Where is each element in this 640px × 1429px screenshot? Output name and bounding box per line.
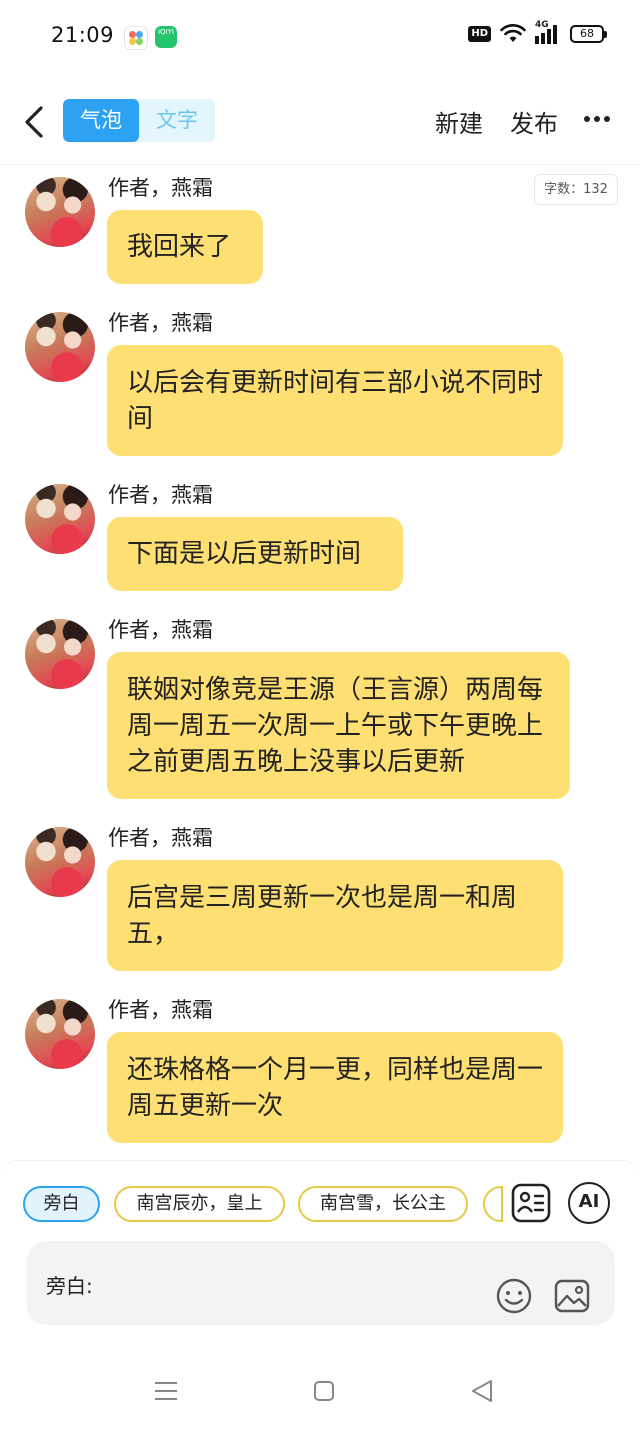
- battery-level: 68: [580, 27, 594, 40]
- publish-button[interactable]: 发布: [510, 104, 558, 139]
- role-chip[interactable]: 南宫雪，长公主: [298, 1186, 468, 1222]
- message-input[interactable]: [108, 1262, 482, 1304]
- chevron-left-icon[interactable]: [20, 102, 50, 142]
- message-bubble[interactable]: 以后会有更新时间有三部小说不同时间: [107, 345, 563, 456]
- status-time: 21:09: [51, 23, 115, 47]
- home-icon[interactable]: [309, 1376, 339, 1406]
- wifi-icon: [500, 24, 526, 42]
- app-notification-icon: [124, 26, 148, 50]
- avatar[interactable]: [25, 312, 95, 382]
- ai-button[interactable]: AI: [568, 1182, 610, 1224]
- message-sender: 作者，燕霜: [108, 483, 213, 507]
- signal-icon: 4G: [535, 20, 561, 44]
- message-sender: 作者，燕霜: [108, 311, 213, 335]
- message-bubble[interactable]: 我回来了: [107, 210, 263, 284]
- composer-role-label: 旁白:: [46, 1274, 93, 1298]
- top-nav-bar: 气泡 文字 新建 发布: [0, 80, 640, 165]
- battery-icon: 68: [570, 25, 607, 43]
- word-count-badge: 字数：132: [534, 174, 618, 205]
- mode-bubble-button[interactable]: 气泡: [63, 99, 139, 142]
- iqiyi-badge-text: iQIYI: [158, 28, 174, 36]
- avatar[interactable]: [25, 999, 95, 1069]
- avatar[interactable]: [25, 827, 95, 897]
- menu-icon[interactable]: [151, 1376, 181, 1406]
- avatar[interactable]: [25, 177, 95, 247]
- status-bar: 21:09 iQIYI HD 4G 68: [0, 0, 640, 72]
- message-sender: 作者，燕霜: [108, 998, 213, 1022]
- mode-text-button[interactable]: 文字: [139, 99, 215, 142]
- message-bubble[interactable]: 联姻对像竞是王源（王言源）两周每周一周五一次周一上午或下午更晚上之前更周五晚上没…: [107, 652, 570, 799]
- more-horizontal-icon[interactable]: [584, 116, 610, 122]
- new-button[interactable]: 新建: [435, 104, 483, 139]
- system-nav-bar: [0, 1352, 640, 1429]
- back-triangle-icon[interactable]: [467, 1376, 497, 1406]
- message-bubble[interactable]: 下面是以后更新时间: [107, 517, 403, 591]
- role-chip-narrator[interactable]: 旁白: [23, 1186, 100, 1222]
- message-bubble[interactable]: 后宫是三周更新一次也是周一和周五，: [107, 860, 563, 971]
- emoji-icon[interactable]: [494, 1276, 534, 1316]
- message-sender: 作者，燕霜: [108, 618, 213, 642]
- ai-label: AI: [578, 1191, 600, 1212]
- hd-badge: HD: [468, 26, 491, 42]
- avatar[interactable]: [25, 484, 95, 554]
- role-chip[interactable]: 南宫辰亦，皇上: [114, 1186, 285, 1222]
- character-card-icon[interactable]: [510, 1182, 552, 1224]
- message-sender: 作者，燕霜: [108, 826, 213, 850]
- iqiyi-notification-icon: iQIYI: [155, 26, 177, 48]
- image-icon[interactable]: [552, 1276, 592, 1316]
- avatar[interactable]: [25, 619, 95, 689]
- mode-toggle: 气泡 文字: [63, 99, 215, 142]
- status-indicators: HD 4G 68: [468, 20, 607, 44]
- message-sender: 作者，燕霜: [108, 176, 213, 200]
- message-bubble[interactable]: 还珠格格一个月一更，同样也是周一周五更新一次: [107, 1032, 563, 1143]
